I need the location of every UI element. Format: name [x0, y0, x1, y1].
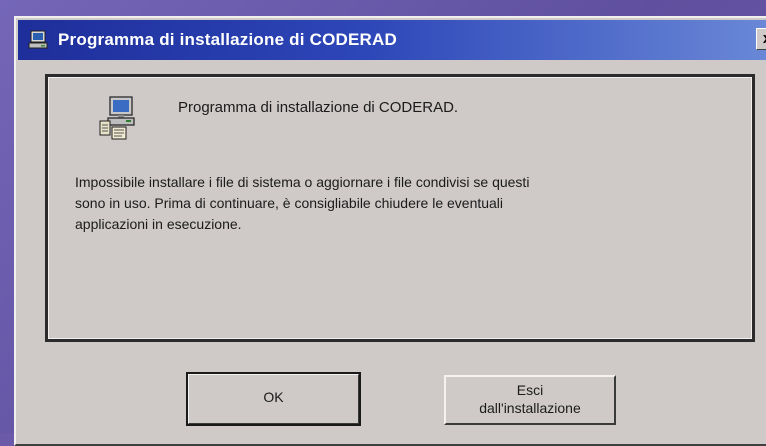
dialog-message: Impossibile installare i file di sistema… [75, 172, 715, 235]
ok-button[interactable]: OK [186, 372, 361, 426]
ok-button-label: OK [263, 389, 284, 405]
title-bar[interactable]: Programma di installazione di CODERAD x [18, 20, 766, 60]
installer-computer-icon [96, 95, 140, 141]
exit-label-line1: Esci [516, 382, 544, 398]
window-title: Programma di installazione di CODERAD [58, 30, 397, 49]
message-line: sono in uso. Prima di continuare, è cons… [75, 195, 504, 211]
dialog-heading: Programma di installazione di CODERAD. [178, 99, 459, 116]
exit-setup-button[interactable]: Esci dall'installazione [444, 375, 616, 425]
setup-dialog: Programma di installazione di CODERAD x … [14, 16, 766, 446]
message-line: applicazioni in esecuzione. [75, 216, 242, 232]
exit-button-label: Esci dall'installazione [446, 377, 614, 417]
message-line: Impossibile installare i file di sistema… [75, 174, 530, 190]
message-panel: Programma di installazione di CODERAD. I… [45, 74, 755, 342]
exit-label-line2: dall'installazione [479, 400, 581, 416]
setup-app-icon [28, 29, 50, 51]
close-button[interactable]: x [756, 28, 766, 50]
